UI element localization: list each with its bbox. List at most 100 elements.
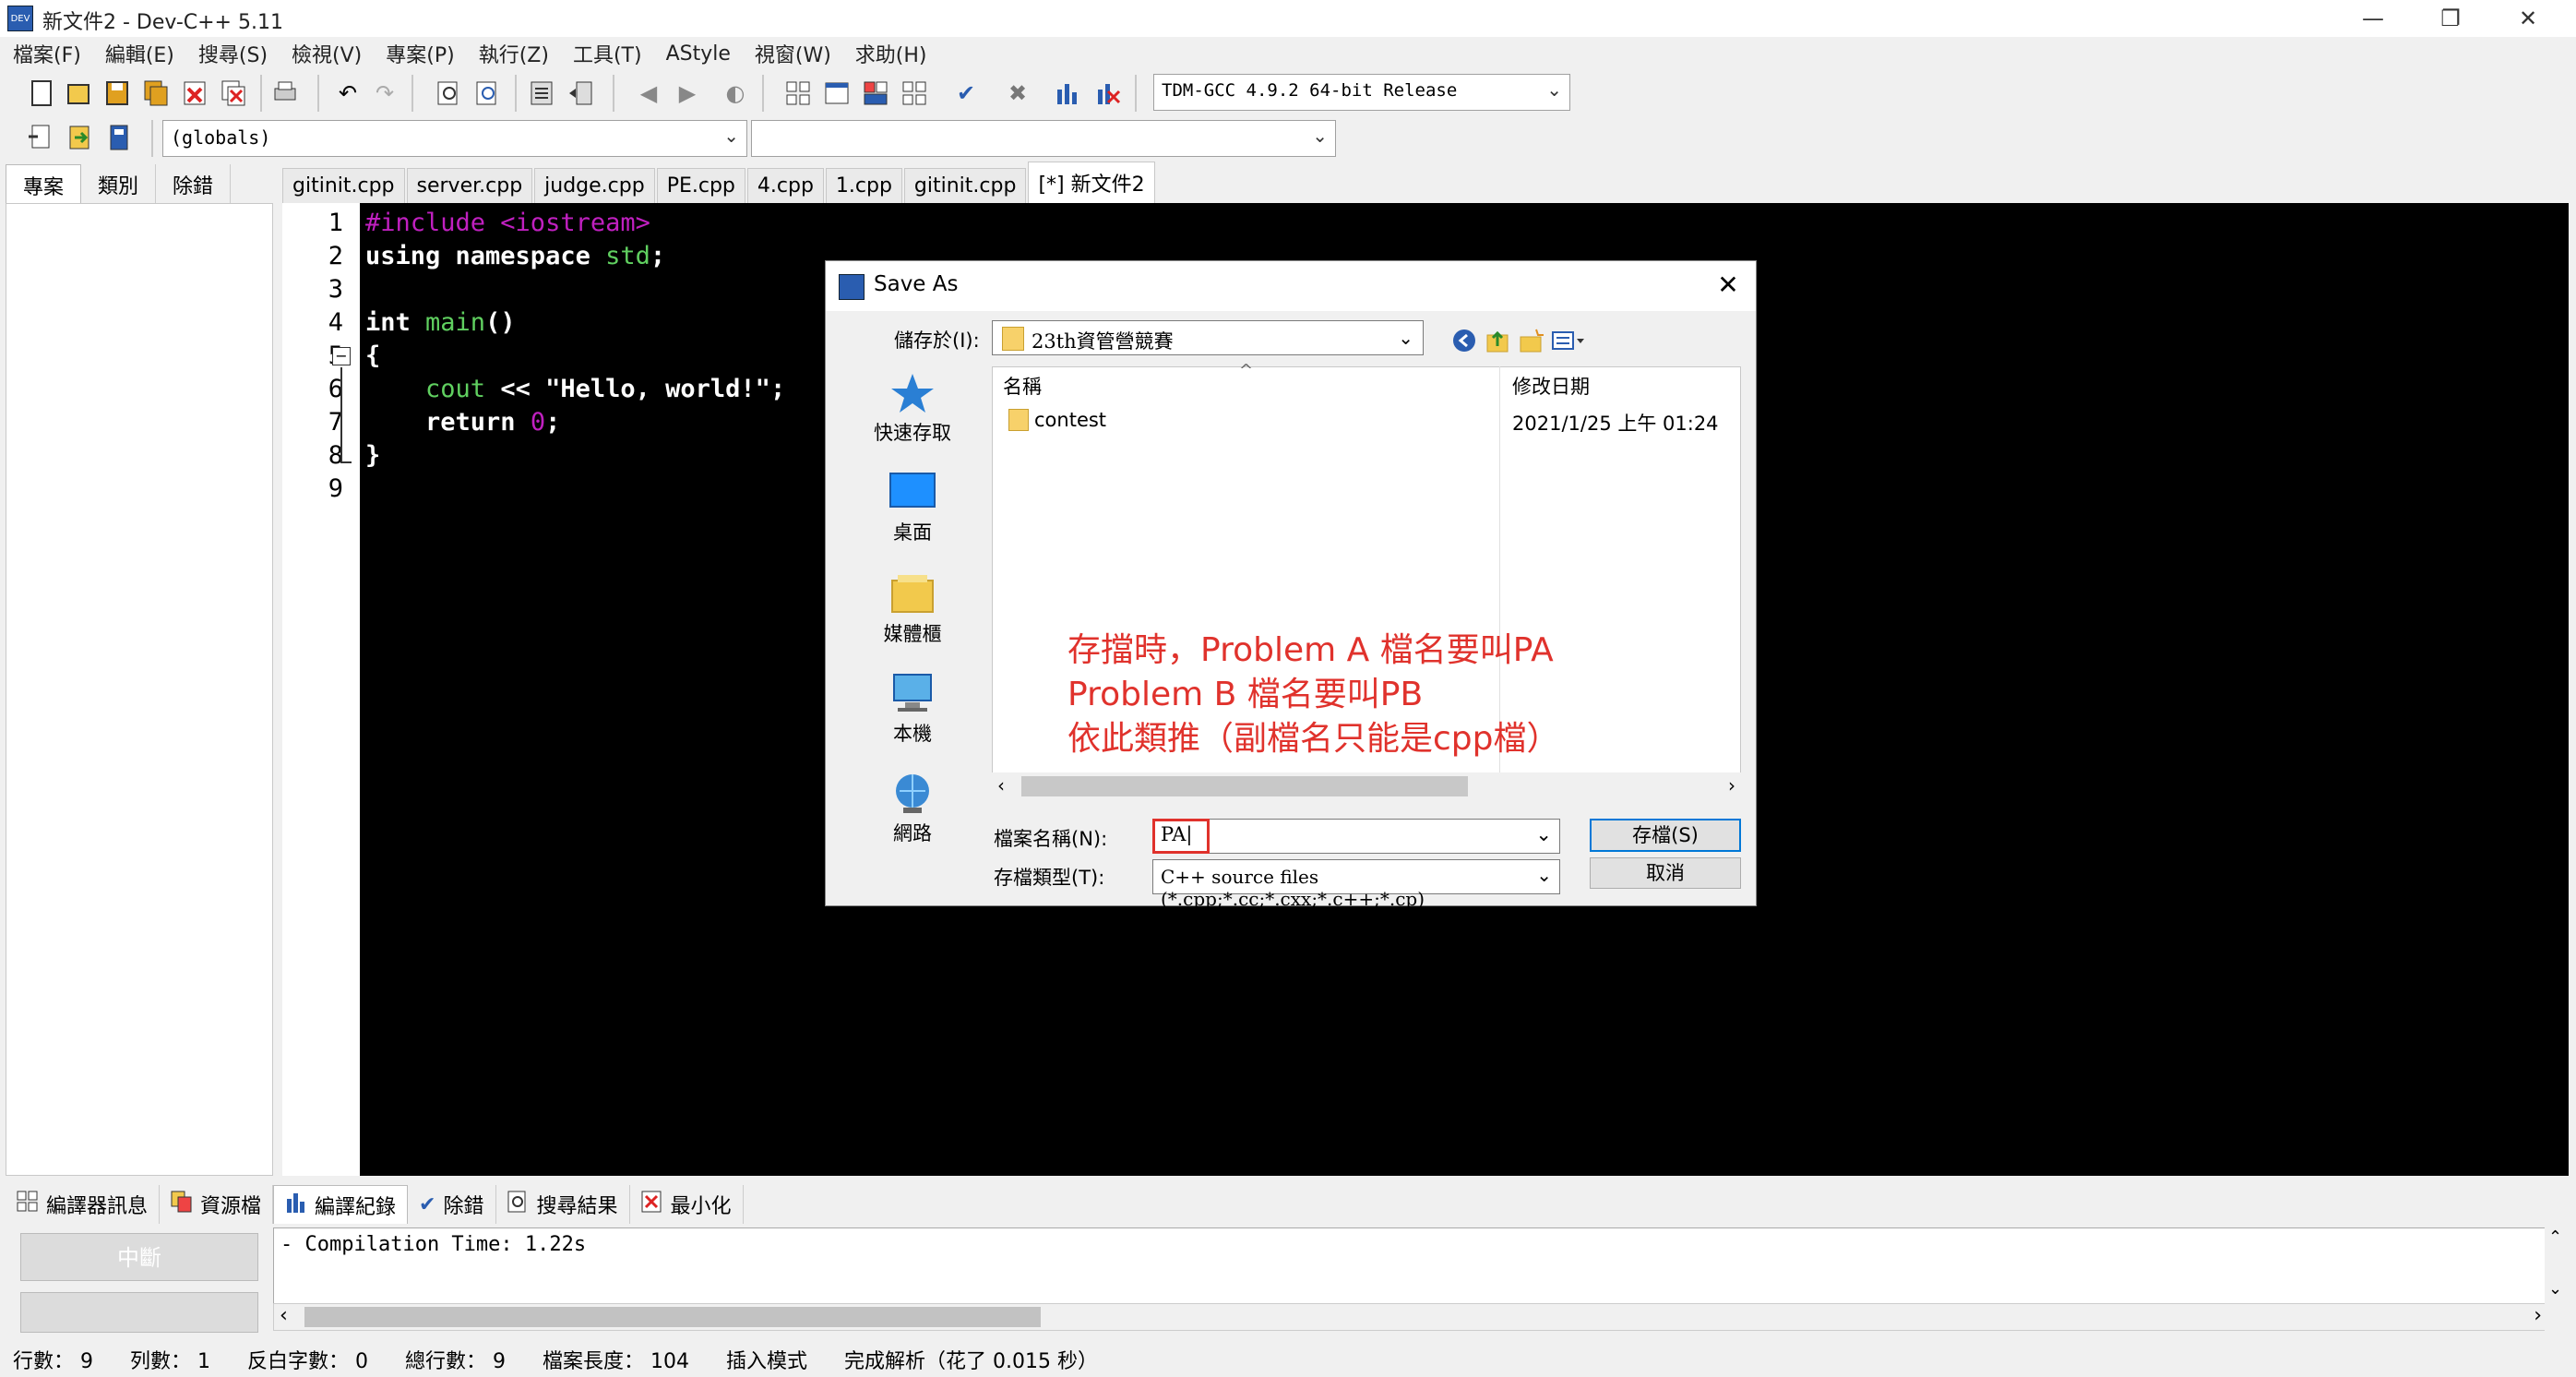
compile-run-icon[interactable]	[860, 78, 891, 109]
close-file-icon[interactable]	[179, 78, 210, 109]
save-button[interactable]: 存檔(S)	[1590, 819, 1741, 852]
chevron-left-icon[interactable]: ‹	[280, 1304, 288, 1327]
dialog-close-icon[interactable]: ✕	[1710, 267, 1747, 304]
chevron-down-icon: ⌄	[1312, 125, 1328, 147]
chevron-down-icon: ⌄	[1398, 327, 1413, 349]
scrollbar-thumb[interactable]	[304, 1307, 1041, 1327]
place-network[interactable]: 網路	[839, 771, 986, 846]
profile-icon[interactable]	[1052, 78, 1083, 109]
tab-pe[interactable]: PE.cpp	[656, 168, 745, 203]
close-button[interactable]: ✕	[2491, 0, 2565, 37]
up-folder-icon[interactable]	[1483, 326, 1512, 355]
tab-debug[interactable]: 除錯	[156, 164, 232, 203]
new-folder-icon[interactable]	[1516, 326, 1545, 355]
tab-project[interactable]: 專案	[6, 164, 82, 203]
tab-1[interactable]: 1.cpp	[825, 168, 902, 203]
toggle-panel-icon[interactable]	[103, 122, 135, 153]
bookmark-next-icon[interactable]: ▶	[672, 78, 703, 109]
replace-icon[interactable]	[472, 78, 504, 109]
menu-tools[interactable]: 工具(T)	[573, 39, 642, 68]
chevron-right-icon[interactable]: ›	[2534, 1304, 2542, 1327]
rebuild-icon[interactable]	[899, 78, 930, 109]
status-parse-info: 完成解析（花了 0.015 秒）	[844, 1350, 1098, 1373]
place-this-pc[interactable]: 本機	[839, 671, 986, 747]
scrollbar-thumb[interactable]	[1021, 776, 1468, 796]
chevron-down-icon: ⌄	[1546, 78, 1562, 101]
run-icon[interactable]	[821, 78, 853, 109]
tab-judge[interactable]: judge.cpp	[534, 168, 655, 203]
symbol-select[interactable]: ⌄	[751, 120, 1336, 157]
file-row-name[interactable]: contest	[1034, 409, 1106, 431]
place-libraries[interactable]: 媒體櫃	[839, 571, 986, 647]
tab-label: 編譯紀錄	[315, 1195, 397, 1219]
indent-icon[interactable]	[526, 78, 557, 109]
menu-edit[interactable]: 編輯(E)	[105, 39, 174, 68]
compile-icon[interactable]	[782, 78, 814, 109]
chevron-left-icon[interactable]: ‹	[997, 774, 1005, 796]
secondary-button[interactable]	[20, 1292, 258, 1333]
stop-execution-icon[interactable]: ✖	[1002, 78, 1033, 109]
abort-button[interactable]: 中斷	[20, 1233, 258, 1281]
tab-gitinit-2[interactable]: gitinit.cpp	[903, 168, 1027, 203]
tab-gitinit[interactable]: gitinit.cpp	[282, 168, 405, 203]
status-line: 行數： 9	[13, 1350, 93, 1373]
menu-window[interactable]: 視窗(W)	[755, 39, 831, 68]
tab-classes[interactable]: 類別	[81, 164, 157, 203]
menu-project[interactable]: 專案(P)	[386, 39, 454, 68]
close-all-icon[interactable]	[218, 78, 249, 109]
save-all-icon[interactable]	[140, 78, 172, 109]
tab-4[interactable]: 4.cpp	[746, 168, 824, 203]
insert-icon[interactable]	[24, 122, 55, 153]
delete-profile-icon[interactable]	[1092, 78, 1124, 109]
place-quick-access[interactable]: 快速存取	[839, 370, 986, 446]
compiler-select[interactable]: TDM-GCC 4.9.2 64-bit Release ⌄	[1153, 74, 1570, 111]
open-file-icon[interactable]	[63, 78, 94, 109]
back-icon[interactable]	[1449, 326, 1479, 355]
chevron-up-icon[interactable]: ⌃	[2548, 1227, 2562, 1247]
save-icon[interactable]	[101, 78, 133, 109]
log-vscrollbar[interactable]: ⌃ ⌄	[2545, 1227, 2569, 1331]
find-icon[interactable]	[434, 78, 465, 109]
undo-icon[interactable]: ↶	[332, 78, 364, 109]
menu-help[interactable]: 求助(H)	[855, 39, 927, 68]
save-in-select[interactable]: 23th資管營競賽 ⌄	[992, 320, 1424, 355]
tab-new-file-2[interactable]: [*] 新文件2	[1028, 162, 1155, 203]
menu-view[interactable]: 檢視(V)	[292, 39, 362, 68]
unindent-icon[interactable]	[565, 78, 596, 109]
fold-toggle-icon[interactable]: −	[332, 347, 351, 365]
toggle-bookmark-icon[interactable]: ◐	[720, 78, 751, 109]
redo-icon[interactable]: ↷	[369, 78, 400, 109]
code-text: ;	[769, 375, 786, 403]
column-header-name[interactable]: 名稱	[1003, 372, 1042, 400]
chevron-down-icon[interactable]: ⌄	[2548, 1279, 2562, 1299]
menu-search[interactable]: 搜尋(S)	[198, 39, 268, 68]
toolbar-class: (globals) ⌄ ⌄	[0, 116, 2576, 161]
minimize-button[interactable]: —	[2336, 0, 2410, 37]
place-desktop[interactable]: 桌面	[839, 470, 986, 545]
filetype-select[interactable]: C++ source files (*.cpp;*.cc;*.cxx;*.c++…	[1152, 859, 1560, 910]
bookmark-prev-icon[interactable]: ◀	[633, 78, 664, 109]
menu-astyle[interactable]: AStyle	[666, 42, 731, 66]
scope-select[interactable]: (globals) ⌄	[162, 120, 747, 157]
filename-input[interactable]: PA| ⌄	[1152, 819, 1560, 854]
view-menu-icon[interactable]	[1549, 326, 1590, 355]
new-file-icon[interactable]	[26, 78, 57, 109]
tab-resources[interactable]: 資源檔	[160, 1185, 274, 1224]
print-icon[interactable]	[269, 78, 301, 109]
goto-icon[interactable]	[65, 122, 96, 153]
cancel-button[interactable]: 取消	[1590, 857, 1741, 889]
chevron-right-icon[interactable]: ›	[1728, 774, 1735, 796]
tab-compile-log[interactable]: 編譯紀錄	[273, 1185, 409, 1224]
tab-debug-bottom[interactable]: ✔ 除錯	[408, 1185, 496, 1224]
menu-file[interactable]: 檔案(F)	[13, 39, 81, 68]
menu-execute[interactable]: 執行(Z)	[479, 39, 549, 68]
tab-server[interactable]: server.cpp	[406, 168, 533, 203]
tab-minimize[interactable]: 最小化	[630, 1185, 744, 1224]
column-header-date[interactable]: 修改日期	[1512, 372, 1590, 400]
project-tree-panel[interactable]	[6, 203, 273, 1176]
tab-compiler-messages[interactable]: 編譯器訊息	[6, 1185, 161, 1224]
tab-find-results[interactable]: 搜尋結果	[496, 1185, 630, 1224]
syntax-check-icon[interactable]: ✔	[950, 78, 982, 109]
restore-button[interactable]: ❐	[2414, 0, 2487, 37]
code-line-8: }	[365, 441, 380, 470]
